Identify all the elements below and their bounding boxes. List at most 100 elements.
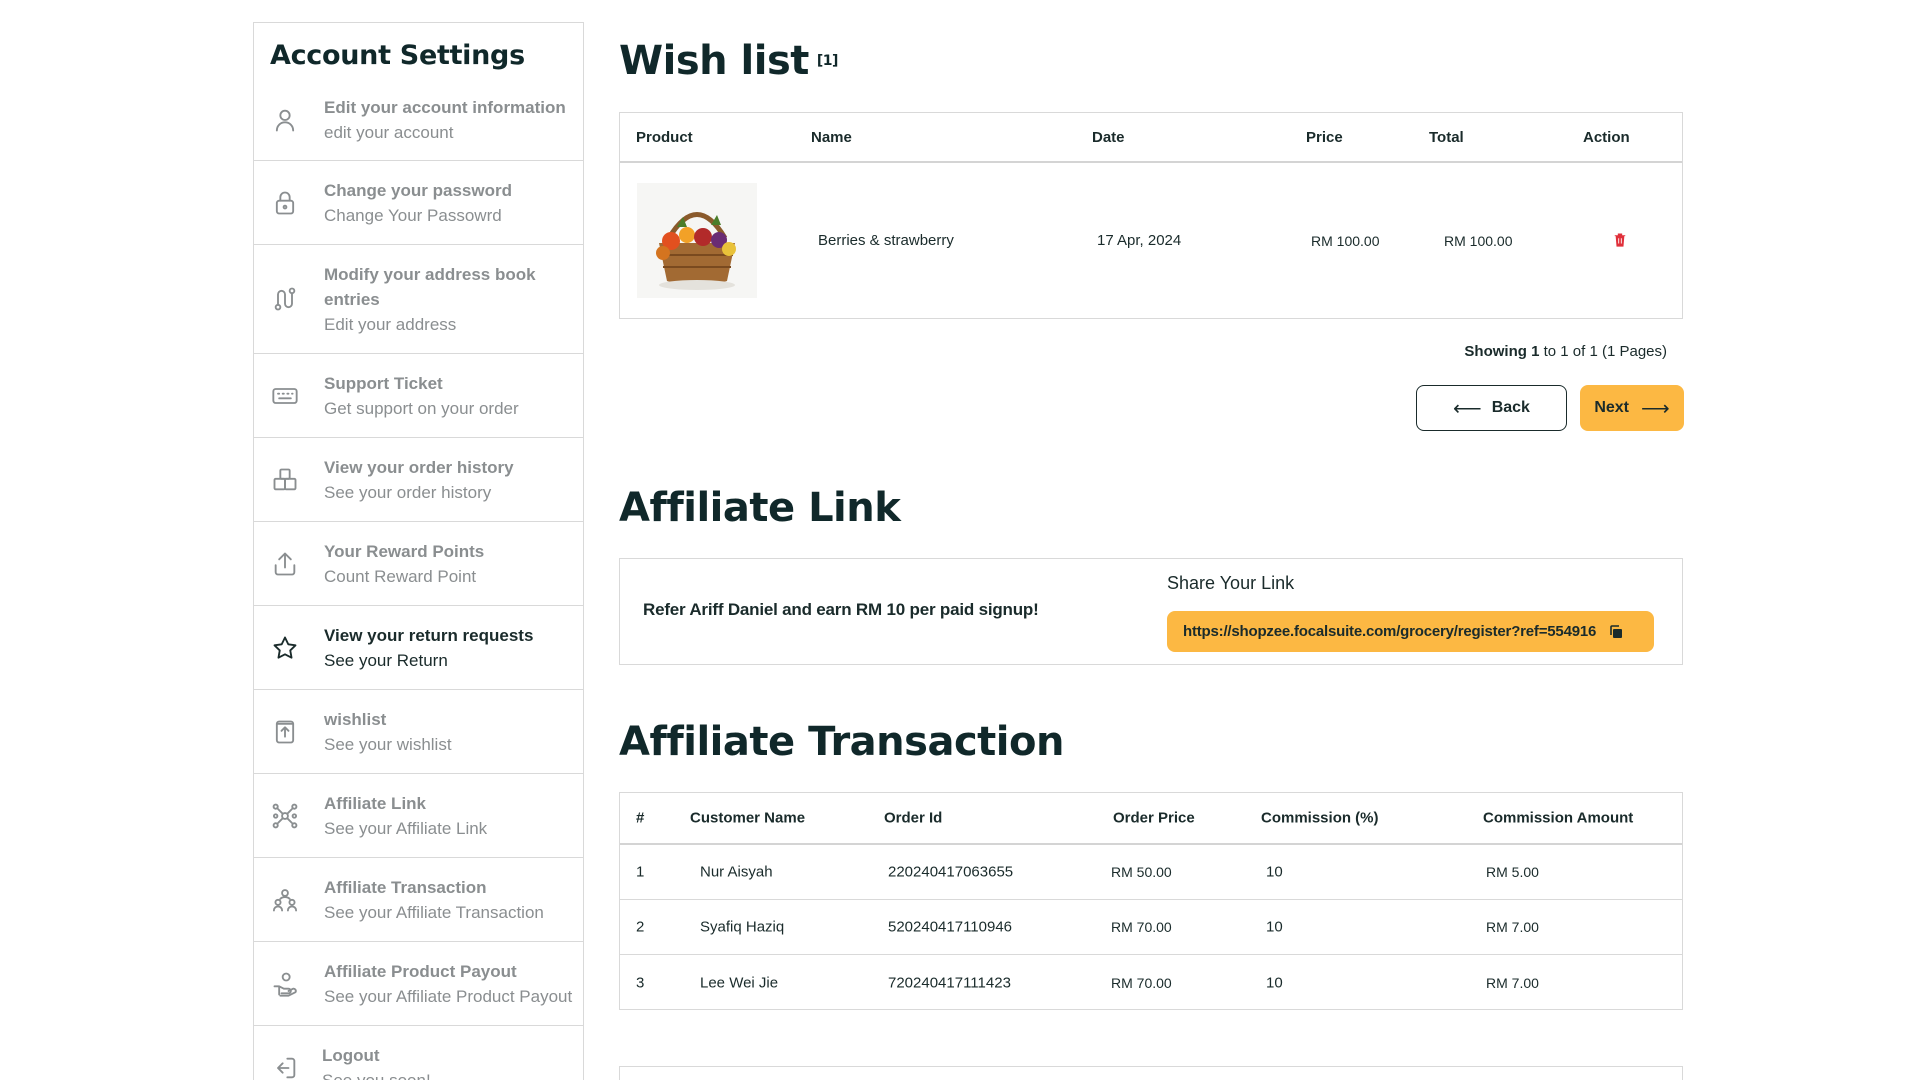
hand-coin-icon — [270, 969, 300, 999]
sidebar-item-title: Affiliate Transaction — [324, 877, 487, 897]
sidebar-item-logout[interactable]: Logout See you soon! — [254, 1026, 583, 1080]
table-row: 1 Nur Aisyah 220240417063655 RM 50.00 10… — [620, 845, 1682, 900]
next-button-label: Next — [1594, 399, 1629, 416]
col-order-id: Order Id — [884, 809, 943, 827]
account-settings-sidebar: Account Settings Edit your account infor… — [253, 22, 584, 1080]
sidebar-item-title: Edit your account information — [324, 98, 566, 117]
next-section-card — [619, 1066, 1683, 1080]
sidebar-item-address-book[interactable]: Modify your address book entries Edit yo… — [254, 245, 583, 354]
sidebar-item-support-ticket[interactable]: Support Ticket Get support on your order — [254, 354, 583, 438]
wishlist-title: Wish list [1] — [619, 38, 838, 84]
sidebar-item-subtitle: See your Affiliate Transaction — [324, 902, 544, 922]
next-button[interactable]: Next ⟶ — [1580, 385, 1684, 431]
sidebar-item-title: Modify your address book entries — [324, 264, 536, 309]
sidebar-item-title: View your order history — [324, 457, 514, 477]
table-row: Berries & strawberry 17 Apr, 2024 RM 100… — [620, 163, 1682, 318]
row-amount: RM 5.00 — [1486, 864, 1539, 880]
sidebar-item-affiliate-link[interactable]: Affiliate Link See your Affiliate Link — [254, 774, 583, 858]
sidebar-item-subtitle: edit your account — [324, 123, 454, 142]
row-amount: RM 7.00 — [1486, 919, 1539, 935]
affiliate-url-copy-button[interactable]: https://shopzee.focalsuite.com/grocery/r… — [1167, 611, 1654, 652]
row-order-id: 520240417110946 — [888, 918, 1013, 936]
product-image[interactable] — [637, 183, 757, 298]
affiliate-transaction-title: Affiliate Transaction — [619, 719, 1064, 765]
col-action: Action — [1583, 128, 1630, 146]
copy-icon[interactable] — [1608, 624, 1624, 640]
sidebar-item-subtitle: See you soon! — [322, 1068, 431, 1080]
row-number: 2 — [636, 918, 645, 936]
row-order-id: 720240417111423 — [888, 974, 1011, 991]
col-commission-percent: Commission (%) — [1261, 809, 1379, 827]
logout-icon — [270, 1053, 300, 1080]
affiliate-url: https://shopzee.focalsuite.com/grocery/r… — [1183, 623, 1597, 640]
row-customer: Lee Wei Jie — [700, 974, 779, 991]
wishlist-table-header: Product Name Date Price Total Action — [620, 113, 1682, 163]
sidebar-item-title: Affiliate Link — [324, 793, 427, 813]
transaction-table-header: # Customer Name Order Id Order Price Com… — [620, 793, 1682, 845]
sidebar-item-change-password[interactable]: Change your password Change Your Passowr… — [254, 161, 583, 245]
sidebar-item-title: Logout — [322, 1046, 380, 1065]
sidebar-item-edit-account[interactable]: Edit your account information edit your … — [254, 80, 583, 161]
row-amount: RM 7.00 — [1486, 974, 1539, 991]
share-link-label: Share Your Link — [1167, 573, 1295, 593]
sidebar-item-title: Support Ticket — [324, 373, 443, 393]
arrow-left-icon: ⟵ — [1453, 397, 1482, 420]
row-commission: 10 — [1266, 974, 1283, 991]
sidebar-item-wishlist[interactable]: wishlist See your wishlist — [254, 690, 583, 774]
keyboard-icon — [270, 381, 300, 411]
col-commission-amount: Commission Amount — [1483, 809, 1634, 827]
share-icon — [270, 549, 300, 579]
box-stack-icon — [270, 465, 300, 495]
wishlist-table: Product Name Date Price Total Action Ber… — [619, 112, 1683, 319]
affiliate-refer-text: Refer Ariff Daniel and earn RM 10 per pa… — [643, 600, 1039, 619]
sidebar-item-subtitle: Get support on your order — [324, 398, 519, 418]
product-total: RM 100.00 — [1444, 232, 1513, 249]
sidebar-item-subtitle: See your Return — [324, 650, 448, 670]
col-price: Price — [1306, 128, 1343, 146]
sidebar-item-affiliate-transaction[interactable]: Affiliate Transaction See your Affiliate… — [254, 858, 583, 942]
row-order-id: 220240417063655 — [888, 863, 1014, 881]
sidebar-item-subtitle: See your wishlist — [324, 734, 452, 754]
row-commission: 10 — [1266, 918, 1283, 936]
sidebar-item-subtitle: Edit your address — [324, 314, 457, 334]
pagination-range: to 1 of 1 (1 Pages) — [1543, 343, 1667, 360]
sidebar-item-order-history[interactable]: View your order history See your order h… — [254, 438, 583, 522]
row-order-price: RM 70.00 — [1111, 974, 1172, 991]
sidebar-item-subtitle: Change Your Passowrd — [324, 205, 502, 225]
sidebar-item-title: wishlist — [324, 709, 387, 729]
col-order-price: Order Price — [1113, 809, 1195, 827]
wishlist-title-text: Wish list — [619, 38, 809, 84]
back-button-label: Back — [1491, 399, 1530, 416]
sidebar-item-subtitle: Count Reward Point — [324, 566, 477, 586]
product-date: 17 Apr, 2024 — [1097, 232, 1182, 249]
route-icon — [270, 284, 300, 314]
lock-icon — [270, 188, 300, 218]
col-date: Date — [1092, 128, 1125, 146]
sidebar-item-subtitle: See your Affiliate Link — [324, 818, 488, 838]
pagination-from: 1 — [1531, 343, 1540, 360]
row-customer: Nur Aisyah — [700, 863, 773, 881]
affiliate-link-title: Affiliate Link — [619, 485, 901, 531]
row-commission: 10 — [1266, 863, 1283, 881]
sidebar-item-subtitle: See your order history — [324, 482, 492, 502]
arrow-right-icon: ⟶ — [1641, 397, 1670, 420]
row-order-price: RM 50.00 — [1111, 864, 1172, 880]
sidebar-item-title: Affiliate Product Payout — [324, 961, 517, 981]
sidebar-item-return-requests[interactable]: View your return requests See your Retur… — [254, 606, 583, 690]
col-name: Name — [811, 128, 852, 146]
sidebar-item-title: Change your password — [324, 180, 512, 200]
upload-box-icon — [270, 717, 300, 747]
star-icon — [270, 633, 300, 663]
sidebar-item-affiliate-payout[interactable]: Affiliate Product Payout See your Affili… — [254, 942, 583, 1026]
sidebar-item-reward-points[interactable]: Your Reward Points Count Reward Point — [254, 522, 583, 606]
table-row: 3 Lee Wei Jie 720240417111423 RM 70.00 1… — [620, 955, 1682, 1010]
network-icon — [270, 801, 300, 831]
back-button[interactable]: ⟵ Back — [1416, 385, 1567, 431]
delete-icon[interactable] — [1613, 232, 1629, 250]
col-product: Product — [636, 128, 693, 146]
sidebar-item-subtitle: See your Affiliate Product Payout — [324, 986, 573, 1006]
product-price: RM 100.00 — [1311, 232, 1380, 249]
row-number: 1 — [636, 863, 645, 881]
row-number: 3 — [636, 974, 645, 991]
affiliate-link-card: Refer Ariff Daniel and earn RM 10 per pa… — [619, 558, 1683, 665]
